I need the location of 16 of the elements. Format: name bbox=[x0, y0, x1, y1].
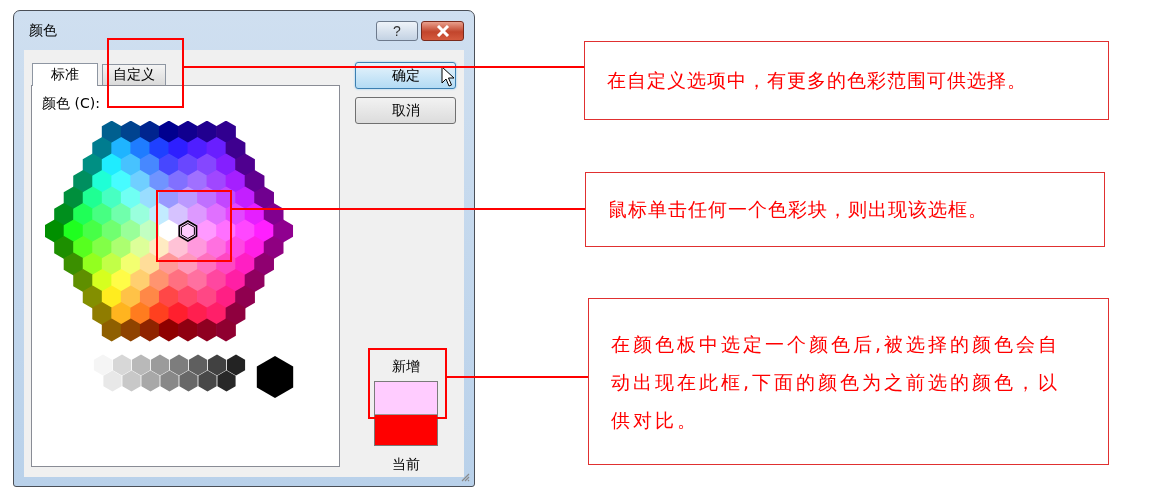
help-button[interactable]: ? bbox=[376, 20, 418, 41]
colors-label: 颜色 (C): bbox=[42, 95, 101, 113]
window-title: 颜色 bbox=[28, 21, 57, 40]
new-color-label: 新增 bbox=[391, 357, 420, 376]
close-icon bbox=[435, 24, 450, 37]
tab[interactable]: 标准 bbox=[32, 63, 98, 86]
resize-grip-icon bbox=[460, 472, 470, 482]
tab[interactable]: 自定义 bbox=[102, 64, 166, 85]
dialog-button[interactable]: 取消 bbox=[355, 97, 456, 124]
color-honeycomb-drawing[interactable] bbox=[45, 121, 295, 342]
callout-text: 鼠标单击任何一个色彩块，则出现该选框。 bbox=[585, 172, 1105, 247]
mouse-pointer-icon bbox=[441, 66, 455, 88]
callout-text: 在自定义选项中，有更多的色彩范围可供选择。 bbox=[584, 41, 1109, 120]
close-button[interactable] bbox=[421, 20, 464, 41]
callout-text: 在颜色板中选定一个颜色后,被选择的颜色会自动出现在此框,下面的颜色为之前选的颜色，以供对比。 bbox=[588, 298, 1109, 465]
current-color-label: 当前 bbox=[391, 455, 420, 474]
